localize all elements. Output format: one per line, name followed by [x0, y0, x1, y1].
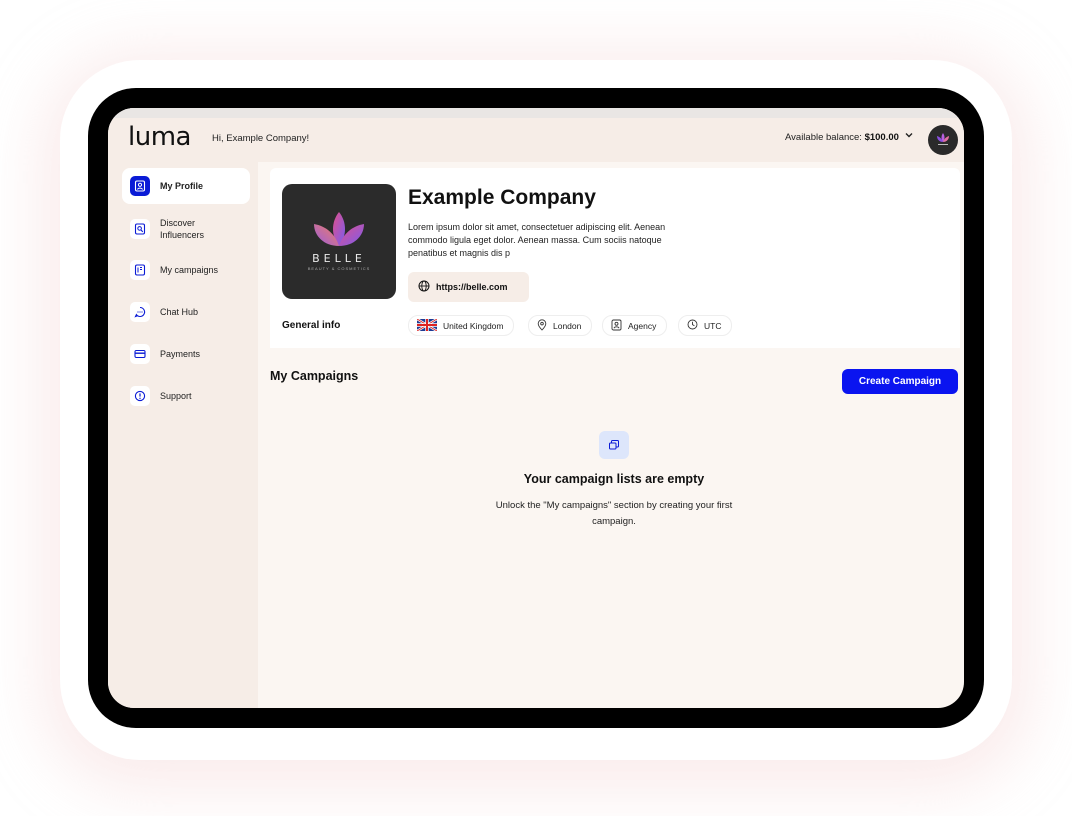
campaigns-section-title: My Campaigns	[270, 369, 359, 383]
globe-icon	[418, 280, 430, 294]
campaigns-icon	[130, 260, 150, 280]
type-text: Agency	[628, 320, 657, 331]
greeting-text: Hi, Example Company!	[212, 133, 310, 144]
support-icon	[130, 386, 150, 406]
lotus-logo-icon	[314, 212, 364, 246]
discover-icon	[130, 219, 150, 239]
sidebar-item-discover-influencers[interactable]: Discover Influencers	[122, 211, 250, 247]
brand-tagline: BEAUTY & COSMETICS	[307, 266, 371, 271]
create-campaign-button[interactable]: Create Campaign	[842, 369, 958, 394]
brand-name: BELLE	[312, 252, 366, 265]
timezone-chip: UTC	[678, 315, 733, 336]
top-bar: luma Hi, Example Company! Available bala…	[108, 108, 964, 162]
sidebar-item-payments[interactable]: Payments	[122, 336, 250, 372]
city-chip: London	[528, 315, 593, 336]
general-info-label: General info	[282, 320, 341, 331]
sidebar-item-my-profile[interactable]: My Profile	[122, 168, 250, 204]
agency-icon	[611, 319, 622, 333]
campaign-stack-icon	[599, 431, 629, 459]
type-chip: Agency	[602, 315, 668, 336]
sidebar-item-label: My campaigns	[160, 265, 219, 275]
country-chip: United Kingdom	[408, 315, 515, 336]
empty-state-title: Your campaign lists are empty	[523, 472, 705, 486]
timezone-text: UTC	[704, 320, 722, 331]
clock-icon	[687, 319, 698, 332]
sidebar-item-label: Support	[160, 391, 192, 401]
top-strip	[108, 108, 964, 118]
chevron-down-icon[interactable]	[904, 130, 914, 143]
app-screen: luma Hi, Example Company! Available bala…	[108, 108, 964, 708]
brand-logo-tile: BELLE BEAUTY & COSMETICS	[282, 184, 396, 299]
sidebar-item-label: Discover Influencers	[160, 218, 205, 240]
empty-state-description: Unlock the "My campaigns" section by cre…	[495, 500, 733, 527]
chat-icon	[130, 302, 150, 322]
avatar[interactable]	[928, 125, 958, 155]
company-description: Lorem ipsum dolor sit amet, consectetuer…	[408, 222, 666, 258]
uk-flag-icon	[416, 317, 438, 333]
sidebar-item-label: Chat Hub	[160, 307, 199, 317]
avatar-logo-icon	[937, 133, 949, 145]
website-link[interactable]: https://belle.com	[408, 272, 529, 302]
sidebar-item-label: My Profile	[160, 181, 204, 191]
website-url: https://belle.com	[436, 282, 508, 292]
balance-display: Available balance: $100.00	[785, 132, 899, 143]
country-text: United Kingdom	[443, 320, 504, 331]
sidebar-item-my-campaigns[interactable]: My campaigns	[122, 252, 250, 288]
app-logo[interactable]: luma	[128, 122, 191, 152]
sidebar-item-label: Payments	[160, 349, 201, 359]
city-text: London	[553, 320, 582, 331]
balance-label: Available balance:	[785, 132, 862, 143]
company-name: Example Company	[408, 186, 596, 209]
location-pin-icon	[537, 318, 547, 333]
sidebar-item-support[interactable]: Support	[122, 378, 250, 414]
payments-icon	[130, 344, 150, 364]
sidebar-item-chat-hub[interactable]: Chat Hub	[122, 294, 250, 330]
balance-value: $100.00	[864, 132, 899, 143]
profile-icon	[130, 176, 150, 196]
